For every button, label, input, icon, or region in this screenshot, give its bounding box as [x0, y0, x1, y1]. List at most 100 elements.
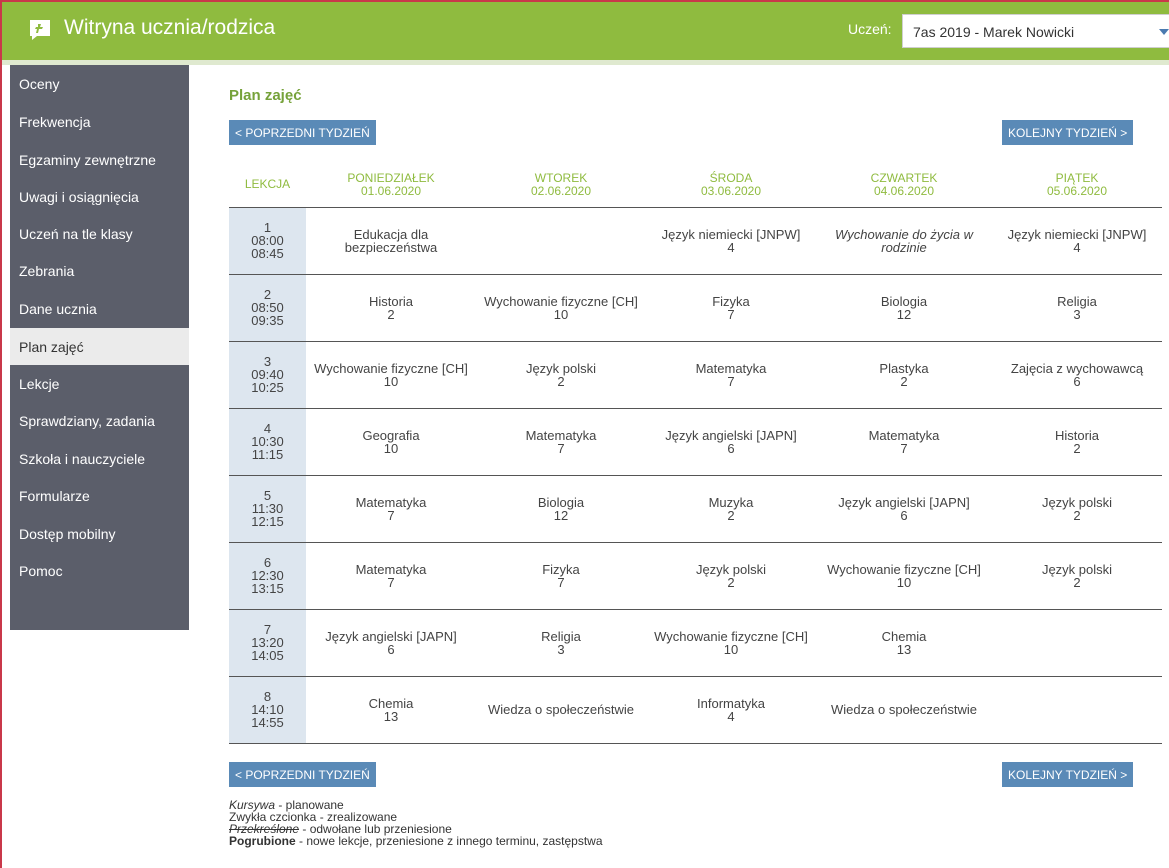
room-number: 7	[727, 306, 735, 322]
timetable-cell: Język polski 2	[992, 541, 1162, 609]
lesson-time-end: 11:15	[251, 447, 284, 462]
room-number: 10	[383, 440, 399, 456]
room-number: 12	[553, 507, 569, 523]
room-number: 2	[1073, 507, 1081, 523]
sidebar-item[interactable]: Uczeń na tle klasy	[10, 215, 189, 252]
room-number: 2	[557, 373, 565, 389]
day-name: CZWARTEK	[870, 170, 938, 185]
day-header: PONIEDZIAŁEK 01.06.2020	[306, 163, 476, 207]
room-number: 2	[387, 306, 395, 322]
timetable-cell: Język angielski [JAPN] 6	[306, 608, 476, 676]
timetable-cell: Religia 3	[476, 608, 646, 676]
timetable-cell: Historia 2	[992, 407, 1162, 475]
subject-name: Matematyka	[355, 494, 427, 510]
timetable-cell: Język polski 2	[476, 340, 646, 408]
lesson-time-end: 13:15	[251, 581, 284, 596]
timetable-cell: Fizyka 7	[646, 273, 816, 341]
day-header: CZWARTEK 04.06.2020	[816, 163, 992, 207]
timetable-cell: Wiedza o społeczeństwie	[816, 675, 992, 744]
subject-name: Chemia	[881, 628, 927, 644]
subject-name: Wiedza o społeczeństwie	[831, 702, 977, 717]
subject-name: Matematyka	[355, 561, 427, 577]
subject-name: Język polski	[1041, 494, 1113, 510]
day-name: PONIEDZIAŁEK	[347, 170, 435, 185]
room-number: 7	[557, 440, 565, 456]
timetable-cell: Historia 2	[306, 273, 476, 341]
sidebar-item[interactable]: Plan zajęć	[10, 328, 189, 365]
timetable-row: 1 08:00 08:45 Edukacja dla bezpieczeństwa Ję…	[229, 206, 1162, 274]
room-number: 6	[1073, 373, 1081, 389]
room-number: 2	[727, 507, 735, 523]
sidebar-item[interactable]: Dostęp mobilny	[10, 515, 189, 552]
lesson-cell: 1 08:00 08:45	[229, 206, 306, 274]
sidebar-item[interactable]: Dane ucznia	[10, 290, 189, 327]
day-header: WTOREK 02.06.2020	[476, 163, 646, 207]
next-week-button-bottom[interactable]: KOLEJNY TYDZIEŃ >	[1002, 762, 1134, 787]
subject-name: Edukacja dla bezpieczeństwa	[344, 226, 438, 255]
app-title: Witryna ucznia/rodzica	[64, 16, 276, 39]
subject-name: Matematyka	[695, 360, 767, 376]
room-number: 2	[1073, 574, 1081, 590]
room-number: 4	[1073, 239, 1081, 255]
room-number: 10	[553, 306, 569, 322]
sidebar-item[interactable]: Egzaminy zewnętrzne	[10, 141, 189, 178]
timetable-cell	[476, 206, 646, 274]
subject-name: Wychowanie fizyczne [CH]	[827, 561, 981, 577]
sidebar-item[interactable]: Pomoc	[10, 552, 189, 589]
day-name: WTOREK	[534, 170, 588, 185]
room-number: 13	[383, 708, 399, 724]
prev-week-button[interactable]: < POPRZEDNI TYDZIEŃ	[229, 120, 376, 145]
room-number: 7	[557, 574, 565, 590]
subject-name: Wychowanie fizyczne [CH]	[314, 360, 468, 376]
subject-name: Język polski	[525, 360, 597, 376]
subject-name: Wychowanie fizyczne [CH]	[484, 293, 638, 309]
room-number: 6	[387, 641, 395, 657]
subject-name: Fizyka	[712, 293, 750, 309]
next-week-button[interactable]: KOLEJNY TYDZIEŃ >	[1002, 120, 1134, 145]
subject-name: Wiedza o społeczeństwie	[488, 702, 634, 717]
sidebar-item[interactable]: Uwagi i osiągnięcia	[10, 178, 189, 215]
timetable-cell: Religia 3	[992, 273, 1162, 341]
page-title: Plan zajęć	[229, 87, 302, 104]
timetable-row: 8 14:10 14:55 Chemia 13 Wiedza o społeczeństw…	[229, 675, 1162, 744]
sidebar-item[interactable]: Sprawdziany, zadania	[10, 402, 189, 439]
subject-name: Geografia	[362, 427, 420, 443]
subject-name: Język niemiecki [JNPW]	[1007, 226, 1147, 242]
timetable-cell: Chemia 13	[816, 608, 992, 676]
day-date: 01.06.2020	[360, 183, 422, 198]
subject-name: Język polski	[695, 561, 767, 577]
top-bar: Witryna ucznia/rodzica Uczeń: 7as 2019 -…	[2, 2, 1169, 60]
day-header: PIĄTEK 05.06.2020	[992, 163, 1162, 207]
sidebar-item[interactable]: Oceny	[10, 65, 189, 102]
timetable-cell: Wychowanie fizyczne [CH] 10	[306, 340, 476, 408]
main-content: Plan zajęć < POPRZEDNI TYDZIEŃ KOLEJNY T…	[207, 65, 1169, 868]
timetable-cell: Wiedza o społeczeństwie	[476, 675, 646, 744]
timetable: LEKCJA PONIEDZIAŁEK 01.06.2020 WTOREK 02.06.…	[229, 163, 1162, 744]
subject-name: Chemia	[368, 695, 414, 711]
timetable-cell: Matematyka 7	[306, 474, 476, 542]
sidebar-item[interactable]: Formularze	[10, 477, 189, 514]
timetable-cell: Edukacja dla bezpieczeństwa	[306, 206, 476, 274]
prev-week-button-bottom[interactable]: < POPRZEDNI TYDZIEŃ	[229, 762, 376, 787]
lesson-cell: 7 13:20 14:05	[229, 608, 306, 676]
room-number: 3	[1073, 306, 1081, 322]
sidebar-item[interactable]: Lekcje	[10, 365, 189, 402]
room-number: 3	[557, 641, 565, 657]
student-select[interactable]: 7as 2019 - Marek Nowicki	[902, 14, 1169, 48]
lesson-cell: 8 14:10 14:55	[229, 675, 306, 744]
day-date: 03.06.2020	[700, 183, 762, 198]
timetable-cell: Plastyka 2	[816, 340, 992, 408]
room-number: 7	[727, 373, 735, 389]
room-number: 7	[387, 574, 395, 590]
sidebar-item[interactable]: Szkoła i nauczyciele	[10, 440, 189, 477]
day-date: 05.06.2020	[1046, 183, 1108, 198]
sidebar-item[interactable]: Zebrania	[10, 252, 189, 289]
sidebar-item[interactable]: Frekwencja	[10, 103, 189, 140]
day-name: ŚRODA	[709, 170, 753, 185]
timetable-cell: Język polski 2	[646, 541, 816, 609]
timetable-cell: Matematyka 7	[646, 340, 816, 408]
lesson-time-end: 08:45	[251, 246, 284, 261]
subject-name: Zajęcia z wychowawcą	[1010, 360, 1144, 376]
lesson-time-end: 12:15	[251, 514, 284, 529]
timetable-cell: Zajęcia z wychowawcą 6	[992, 340, 1162, 408]
